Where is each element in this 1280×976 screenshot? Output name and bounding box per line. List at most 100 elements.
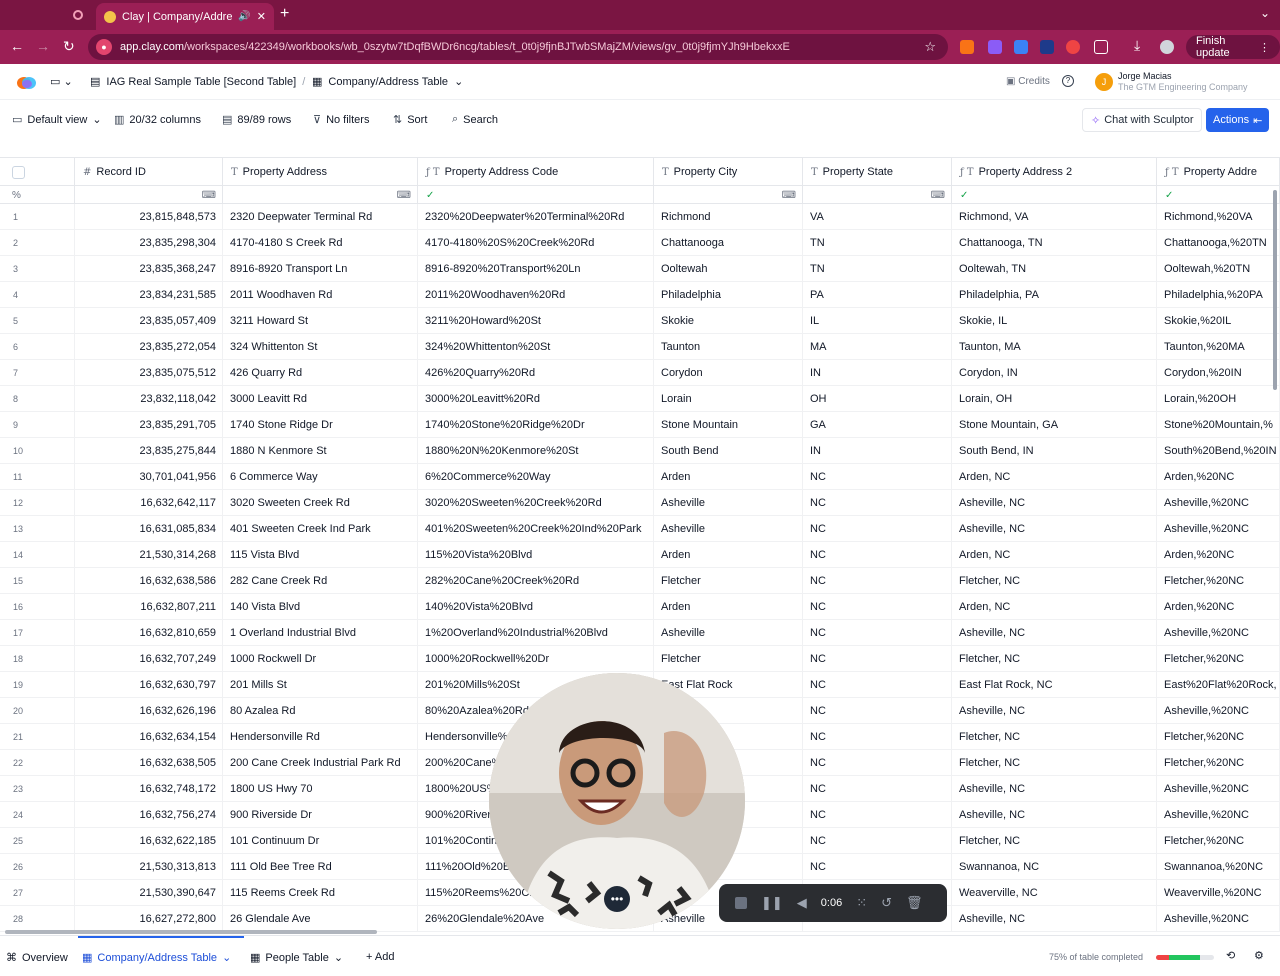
cell-record-id[interactable]: 16,632,626,196 (75, 698, 223, 724)
row-index[interactable]: 11 (0, 464, 75, 490)
cell-property-address-3[interactable]: Stone%20Mountain,% (1157, 412, 1280, 438)
rows-button[interactable]: ▤ 89/89 rows (222, 113, 291, 127)
cell-record-id[interactable]: 16,632,707,249 (75, 646, 223, 672)
cell-property-address-code[interactable]: 140%20Vista%20Blvd (418, 594, 654, 620)
cell-property-state[interactable]: IN (803, 438, 952, 464)
extension-icon[interactable] (1066, 40, 1080, 54)
cell-property-address-code[interactable]: 426%20Quarry%20Rd (418, 360, 654, 386)
extension-icon[interactable] (960, 40, 974, 54)
cell-record-id[interactable]: 23,835,275,844 (75, 438, 223, 464)
clay-logo-icon[interactable] (16, 74, 38, 90)
cell-record-id[interactable]: 16,627,272,800 (75, 906, 223, 932)
cell-property-address-2[interactable]: East Flat Rock, NC (952, 672, 1157, 698)
cell-property-address-2[interactable]: Fletcher, NC (952, 750, 1157, 776)
cell-record-id[interactable]: 23,832,118,042 (75, 386, 223, 412)
cell-property-address[interactable]: 8916-8920 Transport Ln (223, 256, 418, 282)
cell-property-city[interactable]: Ooltewah (654, 256, 803, 282)
row-index[interactable]: 10 (0, 438, 75, 464)
credits-button[interactable]: ▣ Credits (1006, 76, 1050, 87)
cell-property-state[interactable]: NC (803, 620, 952, 646)
cell-property-address-code[interactable]: 1740%20Stone%20Ridge%20Dr (418, 412, 654, 438)
cell-property-address-code[interactable]: 115%20Vista%20Blvd (418, 542, 654, 568)
cell-property-address[interactable]: 115 Vista Blvd (223, 542, 418, 568)
cell-property-address-code[interactable]: 1000%20Rockwell%20Dr (418, 646, 654, 672)
trash-icon[interactable]: 🗑 (906, 895, 923, 911)
cell-property-address[interactable]: Hendersonville Rd (223, 724, 418, 750)
cell-property-address-2[interactable]: South Bend, IN (952, 438, 1157, 464)
restart-icon[interactable]: ↺ (881, 895, 892, 911)
table-row[interactable]: 13 16,631,085,834 401 Sweeten Creek Ind Pa… (0, 516, 1280, 542)
column-header-property-address-3[interactable]: ƒ T Property Addre (1157, 158, 1280, 186)
cell-property-address-2[interactable]: Lorain, OH (952, 386, 1157, 412)
cell-property-address-3[interactable]: Asheville,%20NC (1157, 906, 1280, 932)
cell-property-city[interactable]: Arden (654, 464, 803, 490)
cell-property-state[interactable]: NC (803, 568, 952, 594)
row-index[interactable]: 9 (0, 412, 75, 438)
cell-property-state[interactable]: NC (803, 776, 952, 802)
row-index[interactable]: 18 (0, 646, 75, 672)
cell-property-city[interactable]: Asheville (654, 490, 803, 516)
row-index[interactable]: 26 (0, 854, 75, 880)
cell-property-address-code[interactable]: 1%20Overland%20Industrial%20Blvd (418, 620, 654, 646)
cell-property-address-2[interactable]: Weaverville, NC (952, 880, 1157, 906)
cell-property-address[interactable]: 2011 Woodhaven Rd (223, 282, 418, 308)
cell-property-address-2[interactable]: Swannanoa, NC (952, 854, 1157, 880)
webcam-options-button[interactable]: ••• (604, 886, 630, 912)
extension-icon[interactable] (1040, 40, 1054, 54)
cell-property-city[interactable]: Arden (654, 594, 803, 620)
cell-property-address[interactable]: 1000 Rockwell Dr (223, 646, 418, 672)
cell-record-id[interactable]: 16,631,085,834 (75, 516, 223, 542)
cell-property-city[interactable]: Corydon (654, 360, 803, 386)
download-icon[interactable]: ⤓ (1134, 37, 1140, 54)
breadcrumb-workbook[interactable]: ▤ IAG Real Sample Table [Second Table] / (90, 75, 305, 89)
pause-icon[interactable]: ❚❚ (761, 895, 783, 911)
cell-property-state[interactable]: NC (803, 698, 952, 724)
cell-property-address-2[interactable]: Asheville, NC (952, 776, 1157, 802)
cell-property-address-2[interactable]: Ooltewah, TN (952, 256, 1157, 282)
row-index[interactable]: 8 (0, 386, 75, 412)
cell-property-address[interactable]: 80 Azalea Rd (223, 698, 418, 724)
row-index[interactable]: 16 (0, 594, 75, 620)
cell-property-address-2[interactable]: Richmond, VA (952, 204, 1157, 230)
table-row[interactable]: 5 23,835,057,409 3211 Howard St 3211%20Howa… (0, 308, 1280, 334)
column-header-property-city[interactable]: T Property City (654, 158, 803, 186)
row-index[interactable]: 6 (0, 334, 75, 360)
cell-property-address[interactable]: 324 Whittenton St (223, 334, 418, 360)
cell-property-address-2[interactable]: Asheville, NC (952, 516, 1157, 542)
cell-property-address-code[interactable]: 324%20Whittenton%20St (418, 334, 654, 360)
table-row[interactable]: 12 16,632,642,117 3020 Sweeten Creek Rd 302… (0, 490, 1280, 516)
cell-property-address[interactable]: 111 Old Bee Tree Rd (223, 854, 418, 880)
cell-property-address[interactable]: 115 Reems Creek Rd (223, 880, 418, 906)
cell-property-address-2[interactable]: Arden, NC (952, 464, 1157, 490)
table-row[interactable]: 11 30,701,041,956 6 Commerce Way 6%20Commer… (0, 464, 1280, 490)
cell-property-address-3[interactable]: Ooltewah,%20TN (1157, 256, 1280, 282)
horizontal-scrollbar[interactable] (5, 930, 377, 934)
cell-record-id[interactable]: 23,835,368,247 (75, 256, 223, 282)
table-row[interactable]: 18 16,632,707,249 1000 Rockwell Dr 1000%20R… (0, 646, 1280, 672)
add-table-button[interactable]: + Add (366, 951, 394, 963)
cell-record-id[interactable]: 16,632,622,185 (75, 828, 223, 854)
cell-property-state[interactable]: NC (803, 464, 952, 490)
cell-property-address-3[interactable]: Swannanoa,%20NC (1157, 854, 1280, 880)
profile-avatar[interactable] (1160, 40, 1174, 54)
row-index[interactable]: 1 (0, 204, 75, 230)
extension-icon[interactable] (988, 40, 1002, 54)
cell-property-state[interactable]: TN (803, 256, 952, 282)
cell-property-address-3[interactable]: Lorain,%20OH (1157, 386, 1280, 412)
cell-property-state[interactable]: NC (803, 750, 952, 776)
tab-search-icon[interactable]: ⌄ (1260, 6, 1270, 20)
help-icon[interactable]: ? (1062, 75, 1074, 87)
cell-property-address-2[interactable]: Arden, NC (952, 542, 1157, 568)
row-index[interactable]: 25 (0, 828, 75, 854)
cell-property-city[interactable]: Lorain (654, 386, 803, 412)
row-index[interactable]: 5 (0, 308, 75, 334)
cell-record-id[interactable]: 16,632,630,797 (75, 672, 223, 698)
finish-update-button[interactable]: Finish update ⋮ (1186, 35, 1280, 59)
cell-record-id[interactable]: 23,815,848,573 (75, 204, 223, 230)
cell-property-state[interactable]: IN (803, 360, 952, 386)
column-header-property-address[interactable]: T Property Address (223, 158, 418, 186)
user-menu[interactable]: J Jorge Macias The GTM Engineering Compan… (1095, 71, 1248, 93)
cell-property-address-3[interactable]: Richmond,%20VA (1157, 204, 1280, 230)
cell-property-address-3[interactable]: Fletcher,%20NC (1157, 828, 1280, 854)
extensions-puzzle-icon[interactable] (1094, 40, 1108, 54)
